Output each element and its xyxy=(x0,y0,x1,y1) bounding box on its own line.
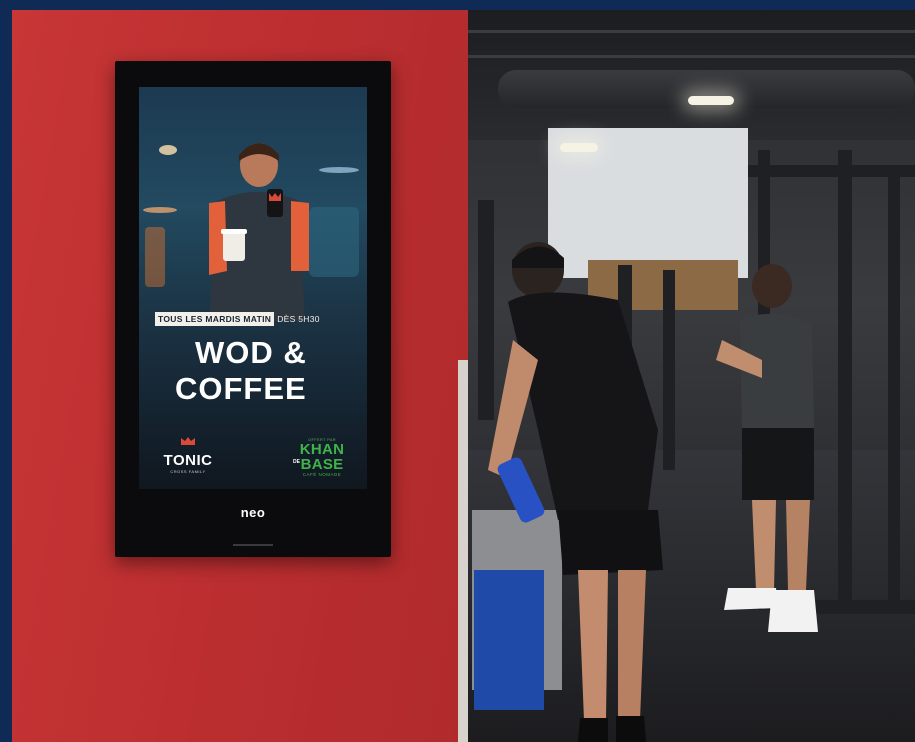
digital-signage-screen: TOUS LES MARDIS MATIN DÈS 5H30 WOD & COFF… xyxy=(115,61,391,557)
photo-frame: TOUS LES MARDIS MATIN DÈS 5H30 WOD & COFF… xyxy=(0,0,915,742)
de-text: DE xyxy=(293,459,300,465)
ceiling-beam xyxy=(468,55,915,58)
tonic-name: TONIC xyxy=(163,452,213,469)
khan-text: KHAN xyxy=(299,441,345,458)
tonic-logo: TONIC CROSS FAMILY xyxy=(153,435,223,474)
crown-icon xyxy=(181,437,195,445)
bokeh-light xyxy=(143,207,177,213)
tonic-subtitle: CROSS FAMILY xyxy=(170,469,206,474)
headline-line1: WOD & xyxy=(195,335,307,370)
gym-photo: TOUS LES MARDIS MATIN DÈS 5H30 WOD & COFF… xyxy=(12,10,915,742)
headline-line2: COFFEE xyxy=(175,371,307,406)
neo-logo: neo xyxy=(240,505,266,520)
ceiling-light xyxy=(560,143,598,152)
cable-machine-post xyxy=(838,150,852,600)
bokeh-light xyxy=(159,145,177,155)
screen-bezel-detail xyxy=(233,544,273,546)
khan-de-base-logo: OFFERT PAR KHAN DE BASE CAFÉ NOMADE xyxy=(287,437,357,477)
tagline-time: DÈS 5H30 xyxy=(277,314,320,324)
ceiling-light xyxy=(688,96,734,105)
ad-display: TOUS LES MARDIS MATIN DÈS 5H30 WOD & COFF… xyxy=(139,87,367,489)
ad-tagline: TOUS LES MARDIS MATIN DÈS 5H30 xyxy=(155,312,320,326)
bokeh-light xyxy=(145,227,165,287)
man-at-fountain xyxy=(488,242,663,742)
ceiling-beam xyxy=(468,30,915,33)
cable-machine-post xyxy=(888,170,900,610)
model-with-coffee xyxy=(209,143,309,321)
man-on-machine xyxy=(716,264,818,632)
tagline-highlight: TOUS LES MARDIS MATIN xyxy=(155,312,275,326)
